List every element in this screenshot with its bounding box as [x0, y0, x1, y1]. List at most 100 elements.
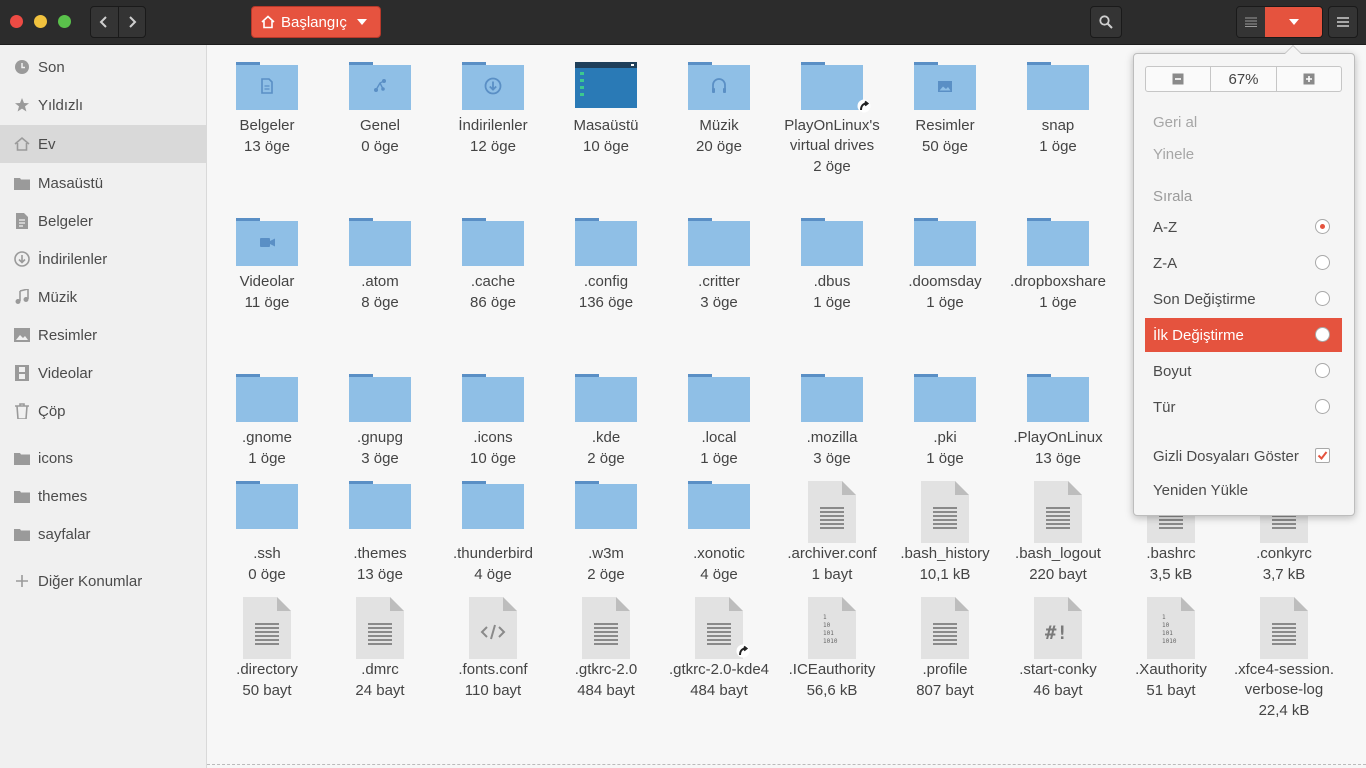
folder-icon [14, 488, 30, 504]
file-item[interactable]: .gtkrc-2.0-kde4 484 bayt [664, 45, 774, 745]
show-hidden-files-toggle[interactable]: Gizli Dosyaları Göster [1145, 439, 1342, 473]
file-meta: 484 bayt [690, 682, 748, 699]
file-meta: 56,6 kB [806, 682, 858, 699]
sidebar-item-sayfalar[interactable]: sayfalar [0, 515, 206, 553]
file-meta: 50 bayt [242, 682, 292, 699]
sidebar-item-desktop[interactable]: Masaüstü [0, 164, 206, 202]
close-window-button[interactable] [10, 15, 23, 28]
sidebar-item-pictures[interactable]: Resimler [0, 316, 206, 354]
file-item[interactable]: .fonts.conf 110 bayt [438, 45, 548, 745]
sort-option-first-modified[interactable]: İlk Değiştirme [1145, 318, 1342, 352]
hamburger-icon [1337, 17, 1349, 27]
zoom-out-button[interactable] [1146, 67, 1210, 91]
trash-icon [14, 403, 30, 419]
popover-arrow-fill [1285, 46, 1301, 54]
sidebar-item-videos[interactable]: Videolar [0, 354, 206, 392]
view-options-popover: 67% Geri al Yinele Sırala A-Z Z-A Son De… [1133, 45, 1355, 516]
sort-option-label: Son Değiştirme [1153, 290, 1256, 308]
file-name: .gtkrc-2.0-kde4 [668, 661, 770, 678]
forward-button[interactable] [117, 7, 146, 37]
file-meta: 807 bayt [916, 682, 974, 699]
sidebar-item-trash[interactable]: Çöp [0, 392, 206, 430]
header-bar: Başlangıç [0, 0, 1366, 45]
svg-text:101: 101 [1162, 630, 1173, 637]
zoom-control: 67% [1145, 66, 1342, 92]
sidebar-item-label: Masaüstü [38, 174, 104, 192]
sidebar-item-other-locations[interactable]: Diğer Konumlar [0, 562, 206, 600]
file-item[interactable]: .gtkrc-2.0 484 bayt [551, 45, 661, 745]
minimize-window-button[interactable] [34, 15, 47, 28]
sort-option-label: Z-A [1153, 254, 1178, 272]
svg-text:10: 10 [1162, 622, 1170, 629]
sidebar-item-music[interactable]: Müzik [0, 278, 206, 316]
sidebar-item-themes[interactable]: themes [0, 477, 206, 515]
zoom-level: 67% [1210, 67, 1277, 91]
file-name: .directory [236, 661, 298, 678]
sidebar-item-icons[interactable]: icons [0, 439, 206, 477]
file-name: .start-conky [1019, 661, 1097, 678]
search-icon [1099, 15, 1113, 29]
chevron-right-icon [129, 16, 137, 28]
breadcrumb-home[interactable]: Başlangıç [251, 6, 381, 38]
reload-item[interactable]: Yeniden Yükle [1145, 473, 1342, 507]
file-item[interactable]: .profile 807 bayt [890, 45, 1000, 745]
sidebar-item-label: sayfalar [38, 525, 91, 543]
list-icon [1245, 17, 1257, 27]
file-name: .dmrc [361, 661, 399, 678]
file-name: .ICEauthority [788, 661, 876, 678]
code-file-icon [469, 597, 517, 663]
file-name: .profile [922, 661, 968, 678]
minus-icon [1172, 73, 1184, 85]
sort-option-za[interactable]: Z-A [1145, 246, 1342, 280]
sort-option-type[interactable]: Tür [1145, 390, 1342, 424]
file-item[interactable]: .dmrc 24 bayt [325, 45, 435, 745]
sidebar-item-label: Ev [38, 135, 56, 153]
list-view-button[interactable] [1237, 7, 1265, 37]
image-icon [14, 327, 30, 343]
sort-option-label: İlk Değiştirme [1153, 326, 1244, 344]
sort-option-size[interactable]: Boyut [1145, 354, 1342, 388]
sort-option-label: Boyut [1153, 362, 1192, 380]
sort-option-az[interactable]: A-Z [1145, 210, 1342, 244]
radio-checked [1315, 219, 1330, 234]
radio-unchecked [1315, 291, 1330, 306]
sidebar-item-label: Resimler [38, 326, 98, 344]
file-meta: 484 bayt [577, 682, 635, 699]
file-name: .xfce4-session.verbose-log [1233, 661, 1335, 698]
zoom-in-button[interactable] [1277, 67, 1341, 91]
folder-icon [14, 450, 30, 466]
text-file-icon [1260, 597, 1308, 663]
script-file-icon: #! [1034, 597, 1082, 663]
download-icon [14, 251, 30, 267]
text-file-icon [582, 597, 630, 663]
sidebar-item-label: Videolar [38, 364, 93, 382]
star-icon [14, 97, 30, 113]
search-button[interactable] [1090, 6, 1122, 38]
radio-unchecked [1315, 327, 1330, 342]
sort-header: Sırala [1153, 187, 1193, 205]
file-meta: 24 bayt [355, 682, 405, 699]
text-file-icon [243, 597, 291, 663]
back-button[interactable] [91, 7, 118, 37]
sidebar-item-home[interactable]: Ev [0, 125, 206, 163]
sort-option-last-modified[interactable]: Son Değiştirme [1145, 282, 1342, 316]
main-menu-button[interactable] [1328, 6, 1358, 38]
undo-item[interactable]: Geri al [1145, 105, 1342, 139]
file-meta: 46 bayt [1033, 682, 1083, 699]
chevron-left-icon [99, 16, 107, 28]
history-nav [90, 6, 146, 38]
maximize-window-button[interactable] [58, 15, 71, 28]
view-options-button[interactable] [1265, 7, 1322, 37]
sidebar-item-label: Çöp [38, 402, 66, 420]
svg-text:1010: 1010 [823, 638, 838, 645]
file-item[interactable]: #! .start-conky 46 bayt [1003, 45, 1113, 745]
sidebar-item-recent[interactable]: Son [0, 48, 206, 86]
file-item[interactable]: 1 10 101 1010 .ICEauthority 56,6 kB [777, 45, 887, 745]
sidebar-item-starred[interactable]: Yıldızlı [0, 86, 206, 124]
home-icon [261, 15, 275, 29]
redo-item[interactable]: Yinele [1145, 137, 1342, 171]
sort-option-label: Tür [1153, 398, 1176, 416]
sidebar-item-documents[interactable]: Belgeler [0, 202, 206, 240]
file-item[interactable]: .directory 50 bayt [212, 45, 322, 745]
sidebar-item-downloads[interactable]: İndirilenler [0, 240, 206, 278]
